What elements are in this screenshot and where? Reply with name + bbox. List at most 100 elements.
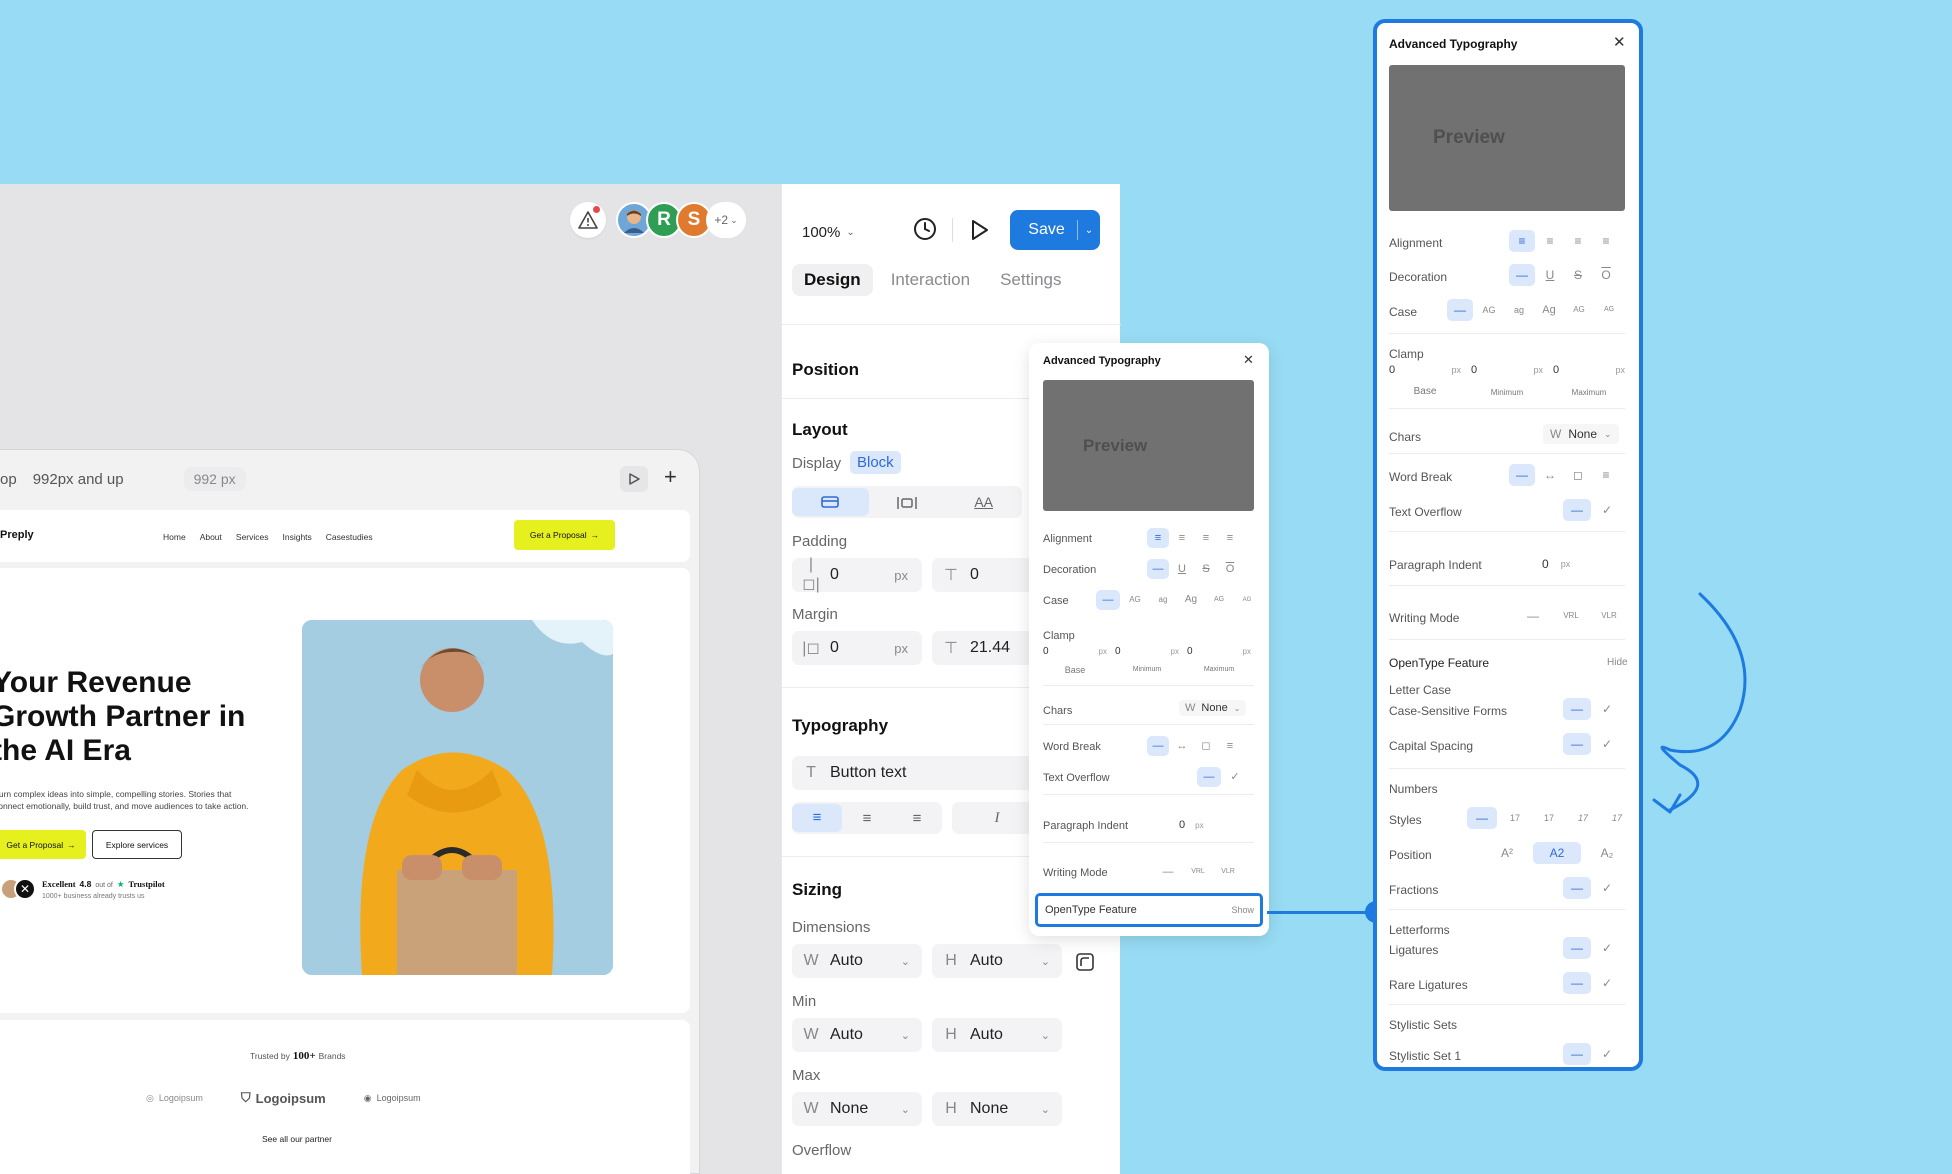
writing-horizontal-icon[interactable]: — xyxy=(1515,605,1551,627)
opentype-show-toggle[interactable]: Show xyxy=(1231,905,1254,915)
section-position[interactable]: Position xyxy=(792,360,859,380)
font-style-select[interactable]: T Button text xyxy=(792,756,1052,790)
margin-left-input[interactable]: |◻ 0 px xyxy=(792,631,922,665)
max-height-select[interactable]: H None ⌄ xyxy=(932,1092,1062,1126)
partners-link[interactable]: See all our partner xyxy=(262,1134,332,1144)
align-justify-icon[interactable]: ≡ xyxy=(1593,230,1619,252)
display-inline-text-icon[interactable]: AA xyxy=(945,494,1022,510)
align-left-icon[interactable]: ≡ xyxy=(1147,528,1169,548)
opentype-feature-row[interactable]: OpenType Feature Show xyxy=(1035,893,1263,927)
case-smallcaps-option[interactable]: AG xyxy=(1206,590,1232,610)
zoom-dropdown[interactable]: 100% ⌄ xyxy=(802,224,855,241)
checkmark-icon[interactable]: ✓ xyxy=(1593,1043,1621,1065)
section-typography[interactable]: Typography xyxy=(792,716,888,736)
chars-select[interactable]: W None ⌄ xyxy=(1543,424,1619,444)
normal-position-option[interactable]: A2 xyxy=(1533,842,1581,864)
keep-all-icon[interactable]: ◻ xyxy=(1565,464,1591,486)
display-value-badge[interactable]: Block xyxy=(850,451,901,474)
clamp-min-input[interactable]: 0 px xyxy=(1115,646,1179,657)
off-option-icon[interactable]: — xyxy=(1563,972,1591,994)
tab-settings[interactable]: Settings xyxy=(988,264,1073,296)
section-layout[interactable]: Layout xyxy=(792,420,848,440)
align-left-icon[interactable]: ≡ xyxy=(1509,230,1535,252)
nav-link-about[interactable]: About xyxy=(200,532,222,542)
paragraph-indent-input[interactable]: 0 px xyxy=(1542,557,1592,571)
overflow-clip-icon[interactable]: — xyxy=(1563,499,1591,521)
display-flex-option[interactable] xyxy=(869,494,946,511)
case-allsmallcaps-option[interactable]: AG xyxy=(1595,299,1623,321)
more-collaborators-button[interactable]: +2 ⌄ xyxy=(706,202,746,238)
nav-link-casestudies[interactable]: Casestudies xyxy=(326,532,373,542)
close-icon[interactable]: ✕ xyxy=(1613,33,1626,51)
width-pill[interactable]: 992 px xyxy=(183,467,246,491)
align-center-icon[interactable]: ≡ xyxy=(1171,528,1193,548)
off-option-icon[interactable]: — xyxy=(1563,698,1591,720)
break-all-icon[interactable]: ↔ xyxy=(1171,736,1193,756)
number-style-proportional-option[interactable]: 17 xyxy=(1601,807,1633,829)
break-word-icon[interactable]: ≡ xyxy=(1593,464,1619,486)
nav-cta-button[interactable]: Get a Proposal → xyxy=(514,520,615,550)
tab-design[interactable]: Design xyxy=(792,264,873,296)
clamp-max-input[interactable]: 0 px xyxy=(1187,646,1251,657)
case-smallcaps-option[interactable]: AG xyxy=(1565,299,1593,321)
padding-left-input[interactable]: |◻| 0 px xyxy=(792,556,922,593)
paragraph-indent-input[interactable]: 0 px xyxy=(1179,819,1229,831)
number-style-oldstyle-option[interactable]: 17 xyxy=(1567,807,1599,829)
warning-button[interactable] xyxy=(570,202,606,238)
decoration-none-icon[interactable]: — xyxy=(1147,559,1169,579)
checkmark-icon[interactable]: ✓ xyxy=(1593,698,1621,720)
case-none-icon[interactable]: — xyxy=(1096,590,1120,610)
checkmark-icon[interactable]: ✓ xyxy=(1593,877,1621,899)
nav-link-home[interactable]: Home xyxy=(163,532,186,542)
keep-all-icon[interactable]: ◻ xyxy=(1195,736,1217,756)
align-right-icon[interactable]: ≡ xyxy=(892,810,942,827)
case-lowercase-option[interactable]: ag xyxy=(1150,590,1176,610)
checkmark-icon[interactable]: ✓ xyxy=(1593,499,1621,521)
close-icon[interactable]: ✕ xyxy=(1243,352,1254,368)
padding-top-input[interactable]: ⊤ 0 xyxy=(932,558,1042,592)
add-breakpoint-plus-icon[interactable]: + xyxy=(664,464,677,490)
history-button[interactable] xyxy=(912,216,938,242)
writing-vrl-option[interactable]: VRL xyxy=(1184,862,1212,882)
align-center-icon[interactable]: ≡ xyxy=(842,810,892,827)
align-center-icon[interactable]: ≡ xyxy=(1537,230,1563,252)
min-width-select[interactable]: W Auto ⌄ xyxy=(792,1018,922,1052)
min-height-select[interactable]: H Auto ⌄ xyxy=(932,1018,1062,1052)
height-select[interactable]: H Auto ⌄ xyxy=(932,944,1062,978)
site-brand[interactable]: Preply xyxy=(0,529,34,541)
word-break-none-icon[interactable]: — xyxy=(1509,464,1535,486)
display-block-option[interactable] xyxy=(792,488,869,516)
checkmark-icon[interactable]: ✓ xyxy=(1593,972,1621,994)
align-right-icon[interactable]: ≡ xyxy=(1565,230,1591,252)
section-sizing[interactable]: Sizing xyxy=(792,880,842,900)
hero-secondary-button[interactable]: Explore services xyxy=(92,830,182,859)
number-style-tabular-option[interactable]: 17 xyxy=(1533,807,1565,829)
overflow-clip-icon[interactable]: — xyxy=(1197,767,1221,787)
subscript-option[interactable]: A₂ xyxy=(1583,842,1631,864)
number-style-lining-option[interactable]: 17 xyxy=(1499,807,1531,829)
case-capitalize-option[interactable]: Ag xyxy=(1178,590,1204,610)
case-uppercase-option[interactable]: AG xyxy=(1475,299,1503,321)
align-right-icon[interactable]: ≡ xyxy=(1195,528,1217,548)
writing-vrl-option[interactable]: VRL xyxy=(1553,605,1589,627)
aspect-ratio-button[interactable] xyxy=(1075,952,1095,972)
case-allsmallcaps-option[interactable]: AG xyxy=(1234,590,1260,610)
word-break-none-icon[interactable]: — xyxy=(1147,736,1169,756)
align-justify-icon[interactable]: ≡ xyxy=(1219,528,1241,548)
break-word-icon[interactable]: ≡ xyxy=(1219,736,1241,756)
off-option-icon[interactable]: — xyxy=(1563,937,1591,959)
number-style-none-icon[interactable]: — xyxy=(1467,807,1497,829)
preview-frame-button[interactable] xyxy=(620,466,648,492)
nav-link-insights[interactable]: Insights xyxy=(283,532,312,542)
overline-icon[interactable]: O xyxy=(1219,559,1241,579)
tab-interaction[interactable]: Interaction xyxy=(879,264,982,296)
clamp-min-input[interactable]: 0 px xyxy=(1471,364,1543,376)
checkmark-icon[interactable]: ✓ xyxy=(1223,767,1247,787)
off-option-icon[interactable]: — xyxy=(1563,733,1591,755)
writing-vlr-option[interactable]: VLR xyxy=(1591,605,1627,627)
case-none-icon[interactable]: — xyxy=(1447,299,1473,321)
margin-top-input[interactable]: ⊤ 21.44 xyxy=(932,631,1042,665)
case-uppercase-option[interactable]: AG xyxy=(1122,590,1148,610)
superscript-option[interactable]: A² xyxy=(1483,842,1531,864)
off-option-icon[interactable]: — xyxy=(1563,1043,1591,1065)
